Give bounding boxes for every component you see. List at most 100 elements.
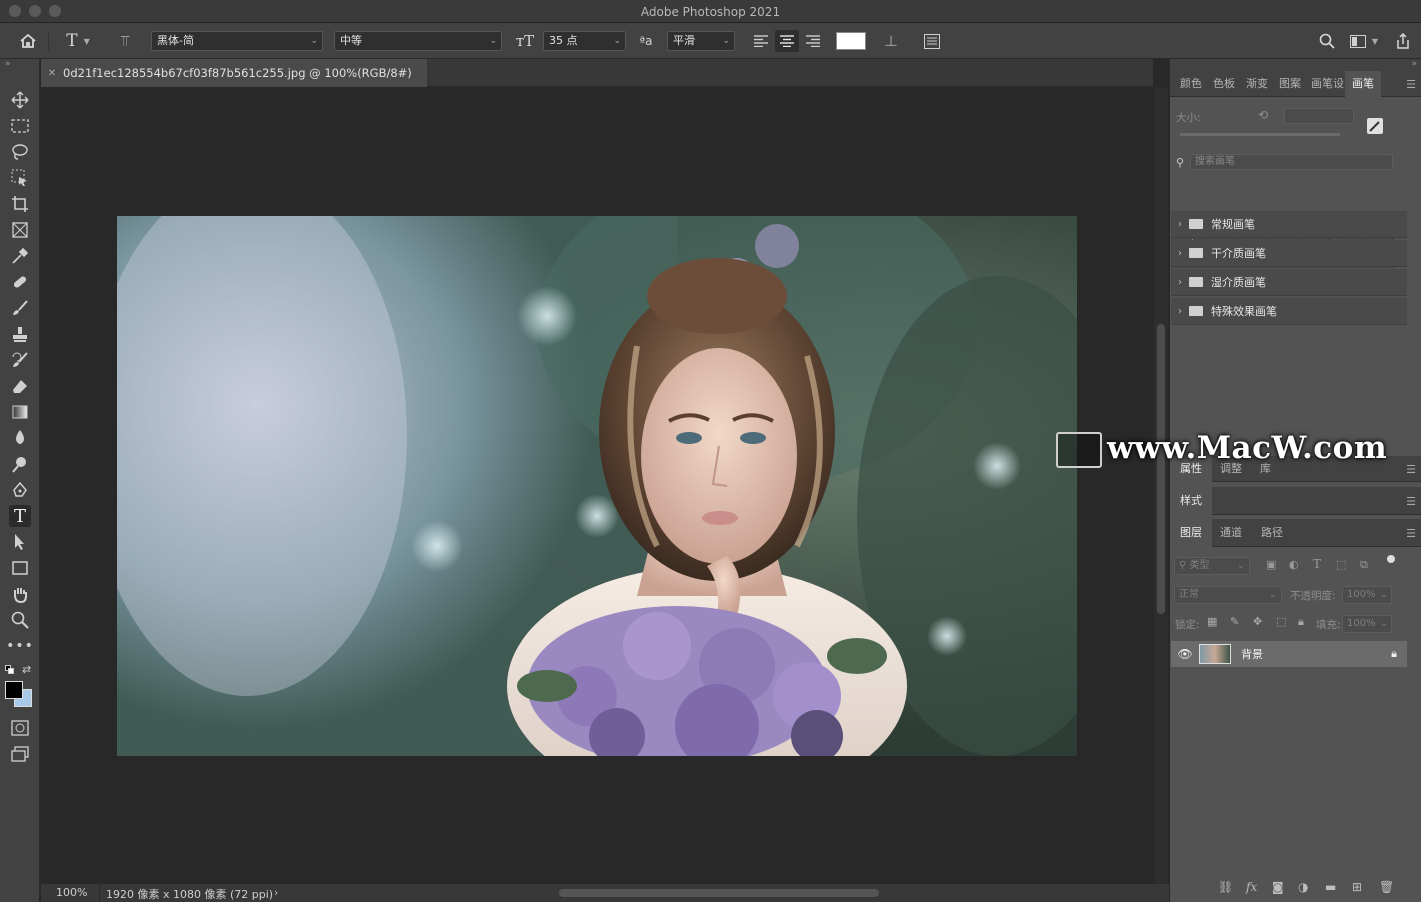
- move-tool-icon[interactable]: [9, 89, 31, 111]
- align-right-icon[interactable]: [802, 30, 824, 52]
- foreground-color-swatch[interactable]: [5, 681, 23, 699]
- tab-color[interactable]: 颜色: [1180, 71, 1202, 97]
- brush-folder[interactable]: › 湿介质画笔: [1171, 269, 1407, 296]
- warp-text-icon[interactable]: ⊥: [880, 30, 902, 52]
- search-brushes-input[interactable]: 搜索画笔: [1190, 154, 1393, 170]
- font-style-select[interactable]: 中等 ⌄: [334, 31, 502, 51]
- screen-mode-icon[interactable]: [9, 743, 31, 765]
- add-mask-icon[interactable]: ◙: [1272, 880, 1284, 894]
- tab-styles[interactable]: 样式: [1170, 487, 1212, 515]
- filter-toggle-icon[interactable]: [1387, 555, 1395, 563]
- filter-shape-icon[interactable]: ⬚: [1336, 558, 1346, 571]
- anti-alias-select[interactable]: 平滑 ⌄: [667, 31, 735, 51]
- tab-brush-settings[interactable]: 画笔设: [1311, 71, 1344, 97]
- lock-position-icon[interactable]: ✥: [1253, 615, 1262, 628]
- document-image[interactable]: [117, 216, 1077, 756]
- brush-folder[interactable]: › 常规画笔: [1171, 211, 1407, 238]
- share-icon[interactable]: [1392, 30, 1414, 52]
- blur-tool-icon[interactable]: [9, 427, 31, 449]
- tab-swatches[interactable]: 色板: [1213, 71, 1235, 97]
- font-family-select[interactable]: 黑体-简 ⌄: [151, 31, 323, 51]
- layer-filter-kind-select[interactable]: ⚲ 类型 ⌄: [1174, 557, 1250, 575]
- tab-channels[interactable]: 通道: [1220, 519, 1242, 547]
- hand-tool-icon[interactable]: [9, 583, 31, 605]
- brush-folder[interactable]: › 特殊效果画笔: [1171, 298, 1407, 325]
- new-group-icon[interactable]: ▬: [1325, 880, 1336, 894]
- default-colors-icon[interactable]: [5, 665, 15, 674]
- horizontal-scroll-thumb[interactable]: [559, 889, 879, 897]
- layers-panel-menu-icon[interactable]: ☰: [1406, 527, 1416, 540]
- type-tool-preset-picker[interactable]: T ▼: [58, 30, 98, 52]
- more-tools-icon[interactable]: •••: [6, 635, 33, 657]
- path-selection-tool-icon[interactable]: [9, 531, 31, 553]
- vertical-scroll-thumb[interactable]: [1157, 324, 1165, 614]
- eraser-tool-icon[interactable]: [9, 375, 31, 397]
- new-adjustment-layer-icon[interactable]: ◑: [1298, 880, 1308, 894]
- quick-mask-icon[interactable]: [9, 717, 31, 739]
- search-icon[interactable]: [1316, 30, 1338, 52]
- collapse-panels-icon[interactable]: »: [1411, 59, 1417, 69]
- workspace-switcher-icon[interactable]: ▼: [1346, 30, 1382, 52]
- brush-tool-icon[interactable]: [9, 297, 31, 319]
- layer-name[interactable]: 背景: [1241, 646, 1381, 662]
- healing-brush-tool-icon[interactable]: [9, 271, 31, 293]
- lock-transparent-pixels-icon[interactable]: ▦: [1207, 615, 1217, 628]
- opacity-field[interactable]: 100% ⌄: [1342, 586, 1392, 604]
- document-tab[interactable]: ✕ 0d21f1ec128554b67cf03f87b561c255.jpg @…: [41, 59, 427, 87]
- blend-mode-select[interactable]: 正常 ⌄: [1174, 586, 1282, 604]
- object-selection-tool-icon[interactable]: [9, 167, 31, 189]
- frame-tool-icon[interactable]: [9, 219, 31, 241]
- home-icon[interactable]: [16, 30, 40, 52]
- clone-stamp-tool-icon[interactable]: [9, 323, 31, 345]
- lasso-tool-icon[interactable]: [9, 141, 31, 163]
- fill-field[interactable]: 100% ⌄: [1342, 615, 1392, 633]
- collapse-toolbar-icon[interactable]: »: [5, 59, 11, 69]
- delete-layer-icon[interactable]: 🗑︎: [1379, 880, 1394, 894]
- layer-style-icon[interactable]: fx: [1246, 880, 1257, 894]
- close-document-icon[interactable]: ✕: [41, 68, 63, 79]
- zoom-level[interactable]: 100%: [56, 886, 87, 899]
- lock-image-pixels-icon[interactable]: ✎: [1230, 615, 1239, 628]
- zoom-tool-icon[interactable]: [9, 609, 31, 631]
- text-color-swatch[interactable]: [836, 32, 866, 50]
- crop-tool-icon[interactable]: [9, 193, 31, 215]
- reset-size-icon[interactable]: ⟲: [1258, 108, 1268, 122]
- eyedropper-tool-icon[interactable]: [9, 245, 31, 267]
- character-panel-icon[interactable]: [921, 30, 943, 52]
- history-brush-tool-icon[interactable]: [9, 349, 31, 371]
- vertical-scrollbar[interactable]: [1154, 88, 1168, 883]
- filter-pixel-icon[interactable]: ▣: [1266, 558, 1276, 571]
- lock-all-icon[interactable]: 🔒︎: [1298, 615, 1304, 629]
- swap-colors-icon[interactable]: ⇄: [22, 663, 31, 676]
- tab-patterns[interactable]: 图案: [1279, 71, 1301, 97]
- tab-paths[interactable]: 路径: [1261, 519, 1283, 547]
- marquee-tool-icon[interactable]: [9, 115, 31, 137]
- text-orientation-icon[interactable]: ⫪: [113, 30, 137, 52]
- lock-artboard-icon[interactable]: ⬚: [1276, 615, 1286, 628]
- tab-brushes[interactable]: 画笔: [1345, 71, 1381, 97]
- type-tool-icon[interactable]: T: [9, 505, 31, 527]
- brush-size-slider[interactable]: [1180, 133, 1340, 136]
- tab-gradients[interactable]: 渐变: [1246, 71, 1268, 97]
- gradient-tool-icon[interactable]: [9, 401, 31, 423]
- align-left-icon[interactable]: [750, 30, 772, 52]
- tab-layers[interactable]: 图层: [1170, 519, 1212, 547]
- status-info-menu-icon[interactable]: ›: [274, 886, 278, 899]
- filter-adjustment-icon[interactable]: ◐: [1289, 558, 1299, 571]
- link-layers-icon[interactable]: ⛓︎: [1218, 880, 1233, 894]
- brush-panel-menu-icon[interactable]: ☰: [1406, 78, 1416, 91]
- dodge-tool-icon[interactable]: [9, 453, 31, 475]
- filter-type-icon[interactable]: T: [1313, 557, 1321, 571]
- brush-folder[interactable]: › 干介质画笔: [1171, 240, 1407, 267]
- layer-lock-icon[interactable]: 🔒︎: [1381, 647, 1407, 661]
- properties-panel-menu-icon[interactable]: ☰: [1406, 463, 1416, 476]
- new-layer-icon[interactable]: ⊞: [1352, 880, 1362, 894]
- align-center-icon[interactable]: [775, 30, 799, 52]
- filter-smart-object-icon[interactable]: ⧉: [1360, 558, 1368, 572]
- new-brush-icon[interactable]: [1367, 118, 1383, 134]
- visibility-eye-icon[interactable]: 👁︎: [1171, 647, 1199, 661]
- font-size-select[interactable]: 35 点 ⌄: [543, 31, 626, 51]
- brush-size-field[interactable]: [1284, 108, 1354, 124]
- layer-row[interactable]: 👁︎ 背景 🔒︎: [1171, 641, 1407, 667]
- pen-tool-icon[interactable]: [9, 479, 31, 501]
